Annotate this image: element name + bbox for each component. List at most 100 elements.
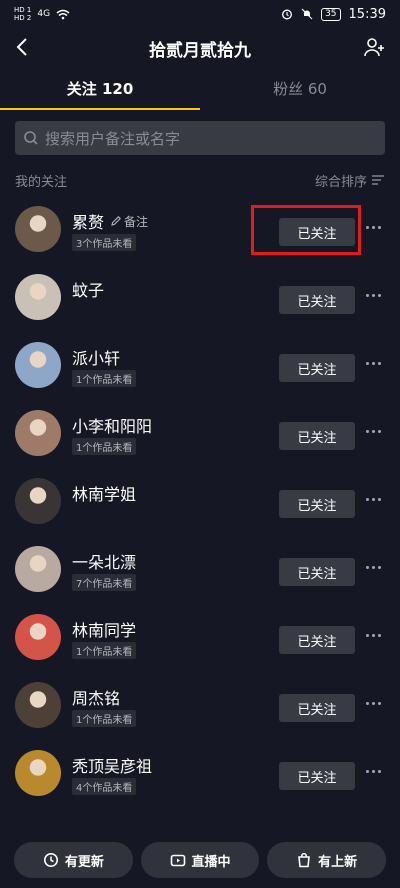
list-item[interactable]: 小李和阳阳 1个作品未看 已关注 (0, 400, 400, 468)
add-friend-icon[interactable] (362, 36, 386, 60)
name-line: 林南同学 (72, 617, 136, 641)
sim1-label: HD 1 (14, 6, 32, 14)
avatar[interactable] (15, 614, 61, 660)
back-arrow-icon[interactable] (12, 36, 34, 58)
battery-indicator: 35 (321, 7, 341, 21)
name-line: 派小轩 (72, 345, 120, 369)
more-options-icon[interactable] (366, 770, 384, 776)
user-name[interactable]: 秃顶吴彦祖 (72, 753, 152, 777)
list-item[interactable]: 秃顶吴彦祖 4个作品未看 已关注 (0, 740, 400, 808)
search-icon (24, 131, 38, 145)
tab-following[interactable]: 关注 120 (0, 74, 200, 110)
more-options-icon[interactable] (366, 498, 384, 504)
status-left: HD 1 HD 2 4G (14, 6, 70, 22)
unseen-works-badge: 1个作品未看 (72, 642, 137, 659)
nav-bar: 拾贰月贰拾九 (0, 28, 400, 68)
new-items-button[interactable]: 有上新 (267, 842, 387, 878)
network-label: 4G (37, 9, 51, 19)
unseen-works-badge: 1个作品未看 (72, 370, 137, 387)
more-options-icon[interactable] (366, 430, 384, 436)
avatar[interactable] (15, 478, 61, 524)
edit-remark-button[interactable]: 备注 (110, 213, 148, 230)
following-button[interactable]: 已关注 (279, 762, 355, 790)
more-options-icon[interactable] (366, 566, 384, 572)
sort-icon (372, 175, 384, 185)
avatar[interactable] (15, 546, 61, 592)
following-button[interactable]: 已关注 (279, 354, 355, 382)
user-name[interactable]: 累赘 (72, 209, 104, 233)
live-label: 直播中 (191, 854, 231, 870)
search-placeholder: 搜索用户备注或名字 (45, 129, 181, 148)
list-item[interactable]: 林南同学 1个作品未看 已关注 (0, 604, 400, 672)
sim-indicator: HD 1 HD 2 (14, 6, 31, 22)
avatar[interactable] (15, 410, 61, 456)
new-items-label: 有上新 (318, 854, 358, 870)
following-button[interactable]: 已关注 (279, 286, 355, 314)
name-line: 小李和阳阳 (72, 413, 152, 437)
user-name[interactable]: 派小轩 (72, 345, 120, 369)
avatar[interactable] (15, 750, 61, 796)
more-options-icon[interactable] (366, 702, 384, 708)
following-button[interactable]: 已关注 (279, 626, 355, 654)
unseen-works-badge: 7个作品未看 (72, 574, 137, 591)
following-button[interactable]: 已关注 (279, 422, 355, 450)
name-line: 累赘 备注 (72, 209, 148, 233)
status-right: 35 15:39 (281, 7, 386, 22)
more-options-icon[interactable] (366, 294, 384, 300)
list-item[interactable]: 林南学姐 已关注 (0, 468, 400, 536)
user-name[interactable]: 小李和阳阳 (72, 413, 152, 437)
user-name[interactable]: 蚊子 (72, 277, 104, 301)
clock-icon (43, 853, 58, 867)
name-line: 林南学姐 (72, 481, 136, 505)
shopping-bag-icon (298, 852, 311, 868)
section-header: 我的关注 综合排序 (15, 170, 385, 190)
unseen-works-badge: 4个作品未看 (72, 778, 137, 795)
alarm-icon (282, 9, 293, 20)
clock: 15:39 (348, 6, 386, 22)
avatar[interactable] (15, 682, 61, 728)
unseen-works-badge: 3个作品未看 (72, 234, 137, 251)
more-options-icon[interactable] (366, 362, 384, 368)
remark-label: 备注 (124, 214, 149, 229)
name-line: 蚊子 (72, 277, 104, 301)
sort-label: 综合排序 (314, 174, 367, 190)
name-line: 周杰铭 (72, 685, 120, 709)
avatar[interactable] (15, 206, 61, 252)
unseen-works-badge: 1个作品未看 (72, 438, 137, 455)
following-button[interactable]: 已关注 (279, 490, 355, 518)
user-name[interactable]: 周杰铭 (72, 685, 120, 709)
annotation-highlight-box (251, 205, 361, 255)
name-line: 一朵北漂 (72, 549, 136, 573)
user-name[interactable]: 一朵北漂 (72, 549, 136, 573)
more-options-icon[interactable] (366, 226, 384, 232)
page-title: 拾贰月贰拾九 (149, 40, 251, 61)
user-name[interactable]: 林南同学 (72, 617, 136, 641)
live-button[interactable]: 直播中 (140, 842, 260, 878)
list-item[interactable]: 周杰铭 1个作品未看 已关注 (0, 672, 400, 740)
avatar[interactable] (15, 274, 61, 320)
list-item[interactable]: 蚊子 已关注 (0, 264, 400, 332)
more-options-icon[interactable] (366, 634, 384, 640)
name-line: 秃顶吴彦祖 (72, 753, 152, 777)
following-list: 累赘 备注 3个作品未看 已关注 蚊子 已关注 派小轩 1个作品未看 已关注 小李和阳阳 1个作品未… (0, 196, 400, 808)
user-name[interactable]: 林南学姐 (72, 481, 136, 505)
avatar[interactable] (15, 342, 61, 388)
list-item[interactable]: 派小轩 1个作品未看 已关注 (0, 332, 400, 400)
unseen-works-badge: 1个作品未看 (72, 710, 137, 727)
section-title: 我的关注 (15, 174, 68, 190)
list-item[interactable]: 一朵北漂 7个作品未看 已关注 (0, 536, 400, 604)
sort-button[interactable]: 综合排序 (315, 171, 385, 190)
wifi-icon (56, 9, 70, 19)
bottom-bar: 有更新 直播中 有上新 (0, 836, 400, 888)
search-input[interactable]: 搜索用户备注或名字 (15, 121, 385, 155)
updates-label: 有更新 (64, 854, 104, 870)
following-button[interactable]: 已关注 (279, 558, 355, 586)
updates-button[interactable]: 有更新 (14, 842, 133, 878)
tab-followers[interactable]: 粉丝 60 (200, 74, 400, 110)
mute-icon (301, 8, 313, 20)
status-bar: HD 1 HD 2 4G 35 15:39 (0, 0, 400, 28)
live-tv-icon (170, 854, 185, 867)
following-button[interactable]: 已关注 (279, 694, 355, 722)
sim2-label: HD 2 (14, 14, 32, 22)
tab-bar: 关注 120 粉丝 60 (0, 74, 400, 110)
